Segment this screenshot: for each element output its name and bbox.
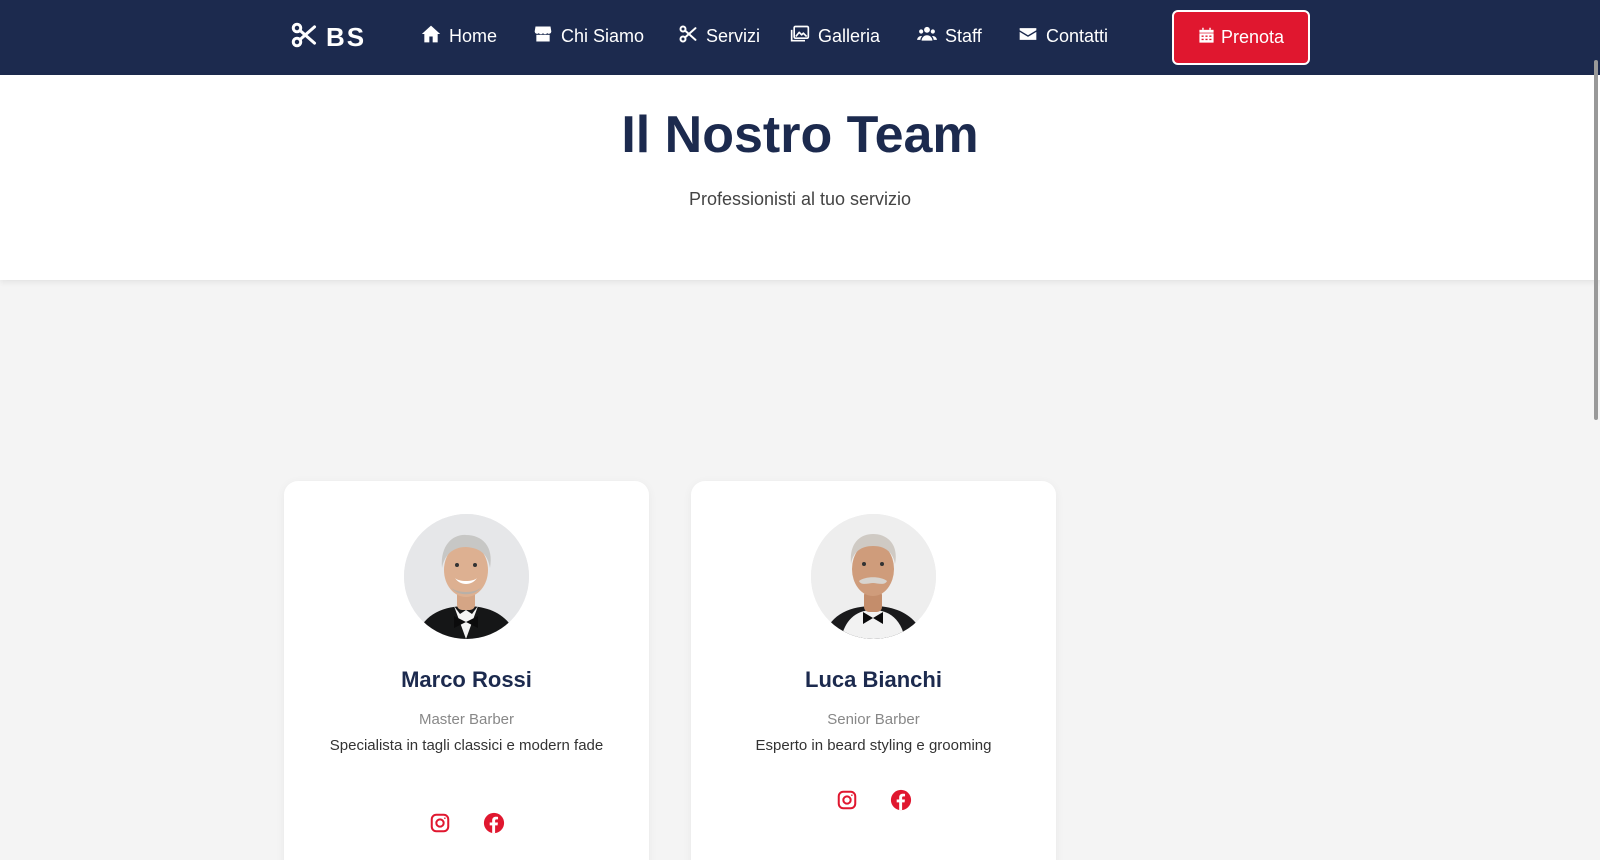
calendar-icon (1198, 27, 1215, 49)
facebook-icon[interactable] (890, 789, 912, 811)
home-icon (421, 24, 441, 49)
nav-item-label: Contatti (1046, 26, 1109, 46)
nav-item-home[interactable]: Home (421, 24, 497, 49)
nav-item-label: Home (449, 26, 498, 46)
nav-item-galleria[interactable]: Galleria (790, 24, 880, 49)
member-name: Luca Bianchi (805, 667, 942, 692)
page-subtitle: Professionisti al tuo servizio (688, 189, 912, 209)
scissors-icon (290, 21, 318, 54)
social-links (691, 789, 1056, 811)
navbar: BS Home Chi Siamo Servizi Galleria Staff… (0, 0, 1600, 75)
member-role: Master Barber (418, 711, 515, 728)
nav-item-label: Chi Siamo (561, 26, 645, 46)
nav-item-staff[interactable]: Staff (917, 24, 982, 49)
brand-logo[interactable]: BS (290, 21, 366, 54)
nav-item-contatti[interactable]: Contatti (1018, 24, 1108, 49)
instagram-icon[interactable] (429, 812, 451, 834)
member-name: Marco Rossi (401, 667, 532, 692)
member-description: Esperto in beard styling e grooming (755, 737, 992, 754)
store-icon (533, 24, 553, 49)
team-card: Luca Bianchi Senior Barber Esperto in be… (691, 481, 1056, 860)
nav-item-label: Galleria (818, 26, 881, 46)
nav-item-servizi[interactable]: Servizi (678, 24, 760, 49)
brand-logo-text: BS (326, 22, 367, 52)
page-header: Il Nostro Team Professionisti al tuo ser… (0, 75, 1600, 280)
instagram-icon[interactable] (836, 789, 858, 811)
nav-item-chi-siamo[interactable]: Chi Siamo (533, 24, 644, 49)
social-links (284, 812, 649, 834)
images-icon (790, 24, 810, 49)
book-button-label: Prenota (1220, 27, 1285, 47)
scrollbar-thumb[interactable] (1594, 60, 1598, 420)
scissors-icon (678, 24, 698, 49)
facebook-icon[interactable] (483, 812, 505, 834)
avatar (404, 514, 529, 639)
team-card: Marco Rossi Master Barber Specialista in… (284, 481, 649, 860)
member-role: Senior Barber (827, 711, 920, 728)
nav-item-label: Staff (945, 26, 982, 46)
nav-item-label: Servizi (706, 26, 761, 46)
page-title: Il Nostro Team (621, 106, 979, 164)
book-button[interactable]: Prenota (1172, 10, 1310, 65)
users-icon (917, 24, 937, 49)
member-description: Specialista in tagli classici e modern f… (329, 737, 604, 754)
avatar (811, 514, 936, 639)
envelope-icon (1018, 24, 1038, 49)
